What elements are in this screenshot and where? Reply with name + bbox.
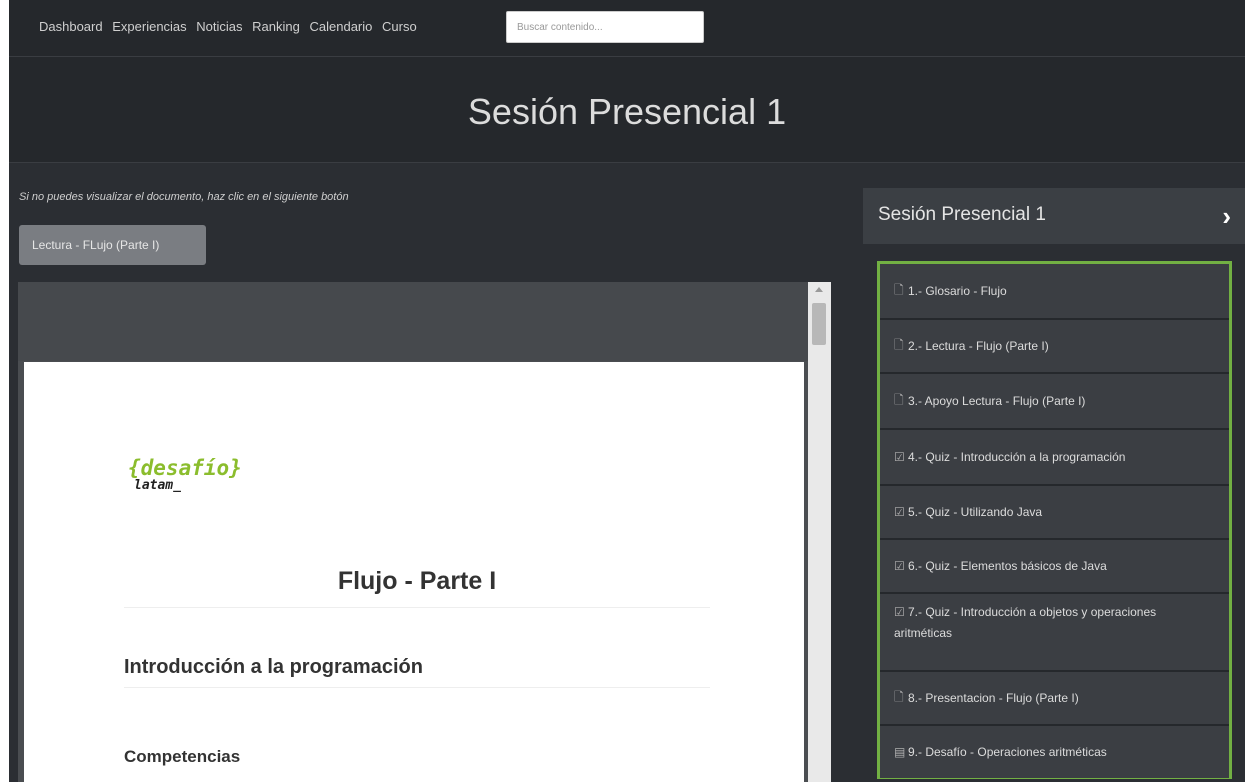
nav-links: Dashboard Experiencias Noticias Ranking … bbox=[39, 19, 423, 34]
nav-link-ranking[interactable]: Ranking bbox=[252, 19, 300, 34]
session-sidebar-header: Sesión Presencial 1 › bbox=[863, 188, 1245, 244]
list-item-quiz-objetos[interactable]: ☑ 7.- Quiz - Introducción a objetos y ope… bbox=[880, 594, 1229, 672]
section-divider bbox=[124, 687, 710, 688]
page-header: Sesión Presencial 1 bbox=[9, 57, 1245, 163]
pdf-icon: 🗋 bbox=[894, 282, 904, 297]
list-item-desafio[interactable]: ▤ 9.- Desafío - Operaciones aritméticas bbox=[880, 726, 1229, 778]
scrollbar-thumb[interactable] bbox=[812, 303, 826, 345]
viewer-scrollbar[interactable] bbox=[808, 282, 831, 782]
list-item-quiz-elementos[interactable]: ☑ 6.- Quiz - Elementos básicos de Java bbox=[880, 540, 1229, 594]
quiz-check-icon: ☑ bbox=[894, 605, 905, 619]
list-item-quiz-java[interactable]: ☑ 5.- Quiz - Utilizando Java bbox=[880, 486, 1229, 540]
nav-link-calendario[interactable]: Calendario bbox=[310, 19, 373, 34]
top-navbar: Dashboard Experiencias Noticias Ranking … bbox=[9, 0, 1245, 57]
list-item-glosario[interactable]: 🗋 1.- Glosario - Flujo bbox=[880, 264, 1229, 320]
scroll-up-arrow-icon[interactable] bbox=[815, 287, 823, 292]
document-page: {desafío} latam_ Flujo - Parte I Introdu… bbox=[24, 362, 804, 782]
list-item-label: 2.- Lectura - Flujo (Parte I) bbox=[908, 339, 1049, 353]
nav-link-dashboard[interactable]: Dashboard bbox=[39, 19, 103, 34]
list-item-label: 8.- Presentacion - Flujo (Parte I) bbox=[908, 691, 1079, 705]
document-title: Flujo - Parte I bbox=[337, 567, 497, 595]
logo-sub-text: latam_ bbox=[134, 478, 181, 493]
list-item-label: 3.- Apoyo Lectura - Flujo (Parte I) bbox=[908, 394, 1086, 408]
open-document-button[interactable]: Lectura - FLujo (Parte I) bbox=[19, 225, 206, 265]
nav-link-noticias[interactable]: Noticias bbox=[196, 19, 242, 34]
list-item-apoyo-lectura[interactable]: 🗋 3.- Apoyo Lectura - Flujo (Parte I) bbox=[880, 374, 1229, 430]
desafio-latam-logo: {desafío} latam_ bbox=[128, 456, 242, 493]
list-item-label: 9.- Desafío - Operaciones aritméticas bbox=[908, 745, 1107, 759]
pdf-icon: 🗋 bbox=[894, 337, 904, 352]
list-item-label: 7.- Quiz - Introducción a objetos y oper… bbox=[894, 605, 1157, 640]
list-item-label: 4.- Quiz - Introducción a la programació… bbox=[908, 450, 1126, 464]
nav-link-experiencias[interactable]: Experiencias bbox=[112, 19, 186, 34]
viewer-toolbar bbox=[18, 282, 808, 361]
pdf-icon: 🗋 bbox=[894, 689, 904, 704]
document-section-heading: Introducción a la programación bbox=[124, 656, 423, 678]
page-title: Sesión Presencial 1 bbox=[467, 91, 787, 132]
quiz-check-icon: ☑ bbox=[894, 450, 905, 464]
session-content-list: 🗋 1.- Glosario - Flujo 🗋 2.- Lectura - Flu… bbox=[877, 261, 1232, 779]
sidebar-title: Sesión Presencial 1 bbox=[878, 204, 1046, 225]
list-item-presentacion[interactable]: 🗋 8.- Presentacion - Flujo (Parte I) bbox=[880, 672, 1229, 726]
quiz-check-icon: ☑ bbox=[894, 505, 905, 519]
logo-main-text: {desafío} bbox=[128, 456, 242, 480]
list-item-label: 1.- Glosario - Flujo bbox=[908, 284, 1007, 298]
document-viewer[interactable]: {desafío} latam_ Flujo - Parte I Introdu… bbox=[18, 282, 831, 782]
document-subsection-heading: Competencias bbox=[124, 747, 241, 766]
pdf-icon: 🗋 bbox=[894, 392, 904, 407]
quiz-check-icon: ☑ bbox=[894, 559, 905, 573]
window-edge bbox=[0, 0, 9, 782]
nav-link-curso[interactable]: Curso bbox=[382, 19, 417, 34]
search-input[interactable] bbox=[506, 11, 704, 43]
document-icon: ▤ bbox=[894, 745, 906, 759]
chevron-right-icon[interactable]: › bbox=[1222, 201, 1231, 232]
list-item-label: 6.- Quiz - Elementos básicos de Java bbox=[908, 559, 1107, 573]
document-hint-text: Si no puedes visualizar el documento, ha… bbox=[19, 191, 349, 203]
list-item-lectura[interactable]: 🗋 2.- Lectura - Flujo (Parte I) bbox=[880, 320, 1229, 374]
title-divider bbox=[124, 607, 710, 608]
list-item-quiz-introduccion[interactable]: ☑ 4.- Quiz - Introducción a la programaci… bbox=[880, 430, 1229, 486]
list-item-label: 5.- Quiz - Utilizando Java bbox=[908, 505, 1043, 519]
